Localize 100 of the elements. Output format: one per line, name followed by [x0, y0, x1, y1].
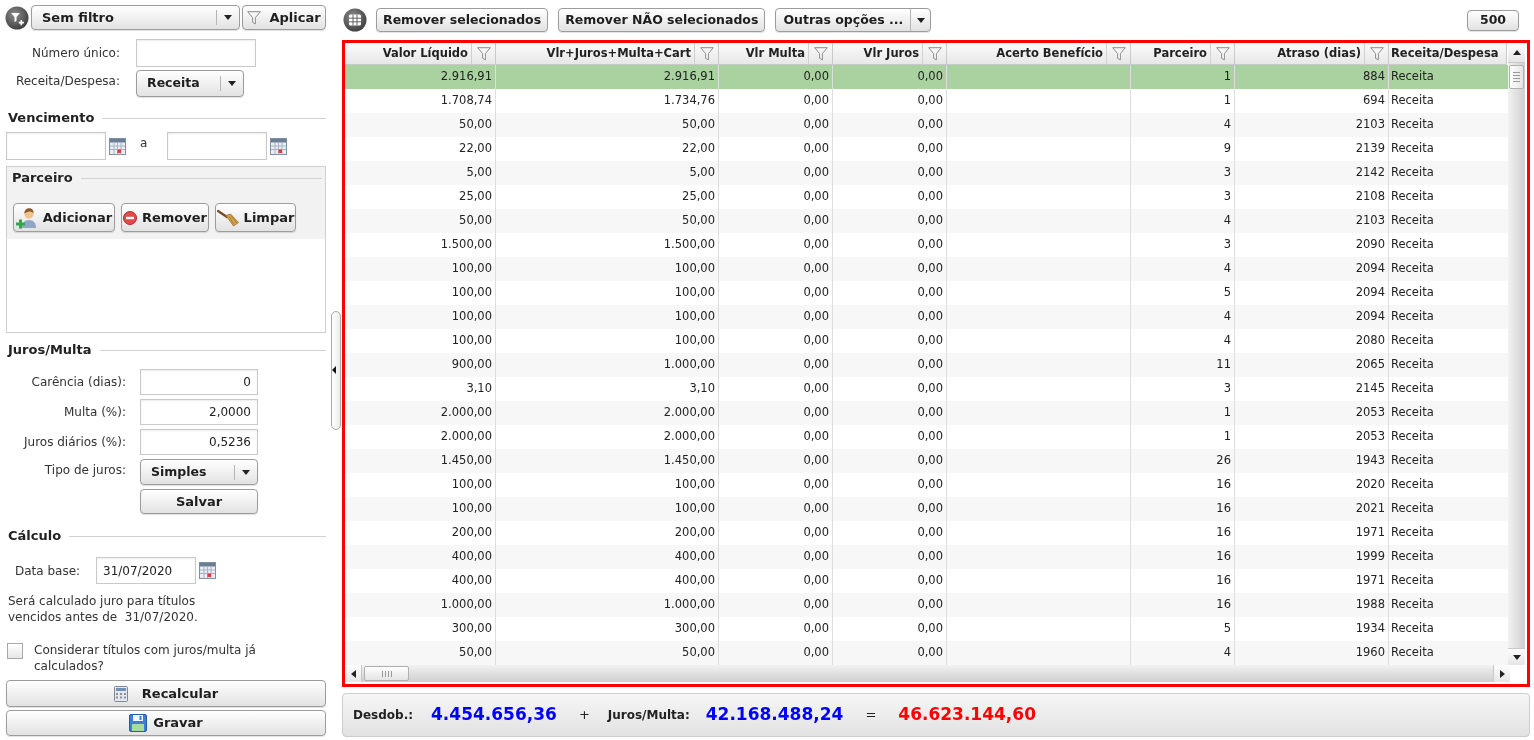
horizontal-scrollbar[interactable]: [345, 665, 1510, 682]
filter-add-icon[interactable]: [5, 5, 29, 30]
scroll-up-button[interactable]: [1508, 43, 1525, 63]
table-cell: Receita: [1391, 524, 1434, 542]
table-cell: 400,00: [674, 548, 715, 566]
table-cell: 0,00: [803, 404, 829, 422]
remove-rows-button[interactable]: Remover NÃO selecionados: [558, 8, 766, 32]
input-field[interactable]: [136, 39, 256, 67]
table-cell: Receita: [1391, 572, 1434, 590]
table-cell: 400,00: [451, 572, 492, 590]
field-label: Data base:: [15, 562, 82, 580]
table-cell: 1.734,76: [663, 92, 715, 110]
table-cell: 1971: [1355, 572, 1385, 590]
table-cell: 0,00: [917, 500, 943, 518]
table-cell: Receita: [1391, 140, 1434, 158]
calendar-icon[interactable]: [199, 562, 216, 579]
table-cell: 1934: [1355, 620, 1385, 638]
funnel-icon: [927, 46, 942, 61]
add-user-icon: [15, 206, 38, 229]
table-cell: 3,10: [466, 380, 492, 398]
options-menu-button[interactable]: Outras opções ...: [775, 8, 932, 32]
date-field[interactable]: [6, 132, 106, 160]
clear-button[interactable]: Limpar: [215, 203, 296, 232]
table-cell: 16: [1216, 476, 1231, 494]
grid-menu-icon[interactable]: [343, 8, 367, 32]
table-cell: 0,00: [917, 68, 943, 86]
recalculate-button[interactable]: Recalcular: [6, 680, 326, 707]
splitter-handle[interactable]: [331, 310, 341, 430]
totals-label: Juros/Multa:: [607, 707, 690, 724]
remove-button[interactable]: Remover: [121, 203, 209, 232]
type-select[interactable]: Receita: [136, 70, 244, 97]
number-field[interactable]: 0: [140, 369, 258, 395]
table-cell: Receita: [1391, 596, 1434, 614]
table-cell: 2.000,00: [440, 428, 492, 446]
column-header[interactable]: Receita/Despesa: [1389, 43, 1507, 65]
save-record-button[interactable]: Gravar: [6, 710, 326, 736]
remove-rows-button[interactable]: Remover selecionados: [376, 8, 549, 32]
table-cell: 1.450,00: [663, 452, 715, 470]
vertical-scrollbar[interactable]: [1508, 43, 1525, 665]
record-limit-button[interactable]: 500: [1467, 9, 1519, 31]
table-row[interactable]: 2.916,91 2.916,91 0,00 0,00 1 884 Receita: [345, 65, 1508, 89]
table-cell: 0,00: [917, 236, 943, 254]
calendar-icon[interactable]: [270, 137, 288, 155]
column-header[interactable]: Valor Líquido: [345, 43, 496, 65]
table-row[interactable]: 100,00 100,00 0,00 0,00 16 2021 Receita: [345, 497, 1508, 521]
table-cell: 0,00: [803, 644, 829, 662]
table-cell: 0,00: [917, 92, 943, 110]
totals-label: Desdob.:: [353, 707, 414, 724]
table-row[interactable]: 50,00 50,00 0,00 0,00 4 1960 Receita: [345, 641, 1508, 665]
table-cell: Receita: [1391, 236, 1434, 254]
scroll-right-button[interactable]: [1493, 665, 1510, 682]
table-cell: 2145: [1355, 380, 1385, 398]
date-field[interactable]: [167, 132, 268, 160]
column-header[interactable]: Atraso (dias): [1235, 43, 1389, 65]
table-row[interactable]: 900,00 1.000,00 0,00 0,00 11 2065 Receita: [345, 353, 1508, 377]
table-cell: 1: [1223, 428, 1231, 446]
table-row[interactable]: 50,00 50,00 0,00 0,00 4 2103 Receita: [345, 113, 1508, 137]
table-row[interactable]: 400,00 400,00 0,00 0,00 16 1999 Receita: [345, 545, 1508, 569]
column-header[interactable]: Acerto Benefício: [947, 43, 1131, 65]
number-field[interactable]: 2,0000: [140, 399, 258, 425]
scrollbar-thumb[interactable]: [1509, 65, 1524, 89]
table-row[interactable]: 50,00 50,00 0,00 0,00 4 2103 Receita: [345, 209, 1508, 233]
column-header[interactable]: Vlr+Juros+Multa+Cart: [496, 43, 719, 65]
table-row[interactable]: 5,00 5,00 0,00 0,00 3 2142 Receita: [345, 161, 1508, 185]
total-value: 4.454.656,36: [431, 703, 557, 727]
date-field[interactable]: 31/07/2020: [96, 557, 196, 584]
table-cell: 1.500,00: [440, 236, 492, 254]
column-header[interactable]: Parceiro: [1131, 43, 1235, 65]
apply-button[interactable]: Aplicar: [242, 5, 326, 30]
number-field[interactable]: 0,5236: [140, 429, 258, 455]
scroll-down-button[interactable]: [1508, 648, 1525, 665]
table-cell: 2139: [1355, 140, 1385, 158]
table-cell: 16: [1216, 548, 1231, 566]
add-button[interactable]: Adicionar: [13, 203, 115, 232]
interest-type-select[interactable]: Simples: [140, 459, 258, 485]
table-cell: 9: [1223, 140, 1231, 158]
table-cell: 4: [1223, 332, 1231, 350]
table-cell: 0,00: [803, 116, 829, 134]
table-cell: 0,00: [917, 212, 943, 230]
table-cell: 4: [1223, 116, 1231, 134]
column-header[interactable]: Vlr Multa: [719, 43, 833, 65]
table-cell: 5,00: [689, 164, 715, 182]
table-cell: 22,00: [459, 140, 492, 158]
table-row[interactable]: 100,00 100,00 0,00 0,00 4 2094 Receita: [345, 257, 1508, 281]
calendar-icon[interactable]: [109, 137, 126, 155]
table-cell: 0,00: [917, 332, 943, 350]
save-button[interactable]: Salvar: [140, 489, 258, 514]
table-cell: 50,00: [459, 116, 492, 134]
table-cell: Receita: [1391, 644, 1434, 662]
filter-select[interactable]: Sem filtro: [31, 5, 240, 30]
scrollbar-thumb[interactable]: [364, 666, 409, 681]
column-header[interactable]: Vlr Juros: [833, 43, 947, 65]
checkbox[interactable]: [7, 643, 23, 659]
table-row[interactable]: 100,00 100,00 0,00 0,00 4 2094 Receita: [345, 305, 1508, 329]
table-cell: 50,00: [459, 644, 492, 662]
table-cell: 1999: [1355, 548, 1385, 566]
table-row[interactable]: 2.000,00 2.000,00 0,00 0,00 1 2053 Receita: [345, 401, 1508, 425]
table-row[interactable]: 1.450,00 1.450,00 0,00 0,00 26 1943 Receita: [345, 449, 1508, 473]
scroll-left-button[interactable]: [345, 665, 362, 682]
table-row[interactable]: 1.000,00 1.000,00 0,00 0,00 16 1988 Receita: [345, 593, 1508, 617]
